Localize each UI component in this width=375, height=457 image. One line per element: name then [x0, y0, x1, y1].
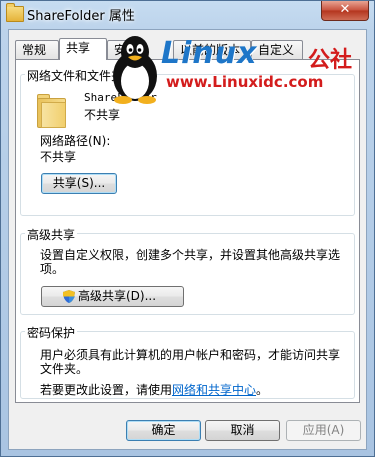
network-path-value: 不共享 [40, 150, 77, 164]
watermark-url: www.Linuxidc.com [166, 73, 324, 91]
close-button[interactable]: ✕ [321, 1, 369, 21]
title-bar[interactable]: ShareFolder 属性 ✕ [1, 1, 374, 29]
folder-icon [6, 3, 24, 22]
watermark: Linux 公社 www.Linuxidc.com [106, 34, 375, 104]
ok-button[interactable]: 确定 [126, 420, 201, 441]
advanced-sharing-description: 设置自定义权限，创建多个共享，并设置其他高级共享选项。 [40, 248, 341, 276]
advanced-sharing-group: 高级共享 设置自定义权限，创建多个共享，并设置其他高级共享选项。 高级共享(D)… [20, 226, 355, 315]
window-title: ShareFolder 属性 [27, 9, 135, 24]
tab-general[interactable]: 常规 [15, 40, 59, 59]
sharing-panel: 网络文件和文件夹共享 ShareFolder 不共享 网络路径(N): 不共享 … [15, 59, 360, 403]
group-legend: 高级共享 [25, 226, 78, 243]
properties-window: ShareFolder 属性 ✕ 常规 共享 安 以前的版本 自定义 网络文件和… [0, 0, 375, 457]
password-protection-group: 密码保护 用户必须具有此计算机的用户帐户和密码，才能访问共享文件夹。 若要更改此… [20, 324, 355, 399]
group-legend: 密码保护 [25, 324, 78, 341]
network-sharing-center-link[interactable]: 网络和共享中心 [172, 383, 256, 397]
uac-shield-icon [63, 290, 75, 303]
apply-button[interactable]: 应用(A) [286, 420, 361, 441]
cancel-button[interactable]: 取消 [205, 420, 280, 441]
advanced-sharing-button[interactable]: 高级共享(D)... [41, 286, 184, 307]
change-setting-prefix: 若要更改此设置，请使用 [40, 383, 173, 397]
folder-icon [37, 94, 66, 128]
network-path-label: 网络路径(N): [40, 134, 111, 148]
password-protection-description: 用户必须具有此计算机的用户帐户和密码，才能访问共享文件夹。 [40, 348, 341, 376]
folder-share-status: 不共享 [84, 108, 121, 122]
watermark-brand: Linux [161, 36, 258, 71]
penguin-logo-icon [113, 36, 157, 104]
change-setting-text: 若要更改此设置，请使用网络和共享中心。 [40, 381, 268, 398]
watermark-brand-suffix: 公社 [308, 48, 353, 73]
advanced-sharing-button-label: 高级共享(D)... [78, 289, 157, 303]
share-button[interactable]: 共享(S)... [41, 173, 117, 194]
change-setting-suffix: 。 [256, 383, 269, 397]
tab-sharing[interactable]: 共享 [59, 38, 107, 60]
